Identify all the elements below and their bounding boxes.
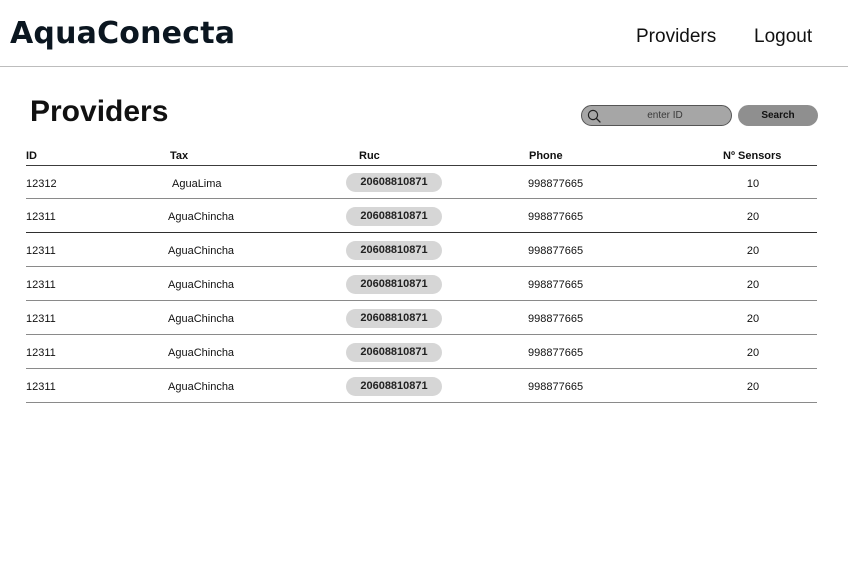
- cell-sensors: 20: [746, 245, 760, 257]
- cell-tax: AguaChincha: [168, 279, 235, 291]
- cell-tax: AguaChincha: [168, 245, 235, 257]
- cell-sensors: 10: [746, 178, 760, 190]
- cell-tax: AguaChincha: [168, 211, 235, 223]
- providers-table: ID Tax Ruc Phone Nº Sensors 12312 AguaLi…: [26, 146, 817, 403]
- cell-phone: 998877665: [528, 347, 584, 359]
- column-header-id: ID: [26, 150, 37, 162]
- column-header-phone: Phone: [529, 150, 563, 162]
- brand-logo[interactable]: AquaConecta: [10, 14, 235, 54]
- cell-sensors: 20: [746, 279, 760, 291]
- cell-id: 12311: [26, 313, 56, 325]
- table-row[interactable]: 12311 AguaChincha 20608810871 998877665 …: [26, 369, 817, 403]
- ruc-badge: 20608810871: [346, 377, 442, 396]
- cell-phone: 998877665: [528, 211, 584, 223]
- cell-id: 12311: [26, 381, 56, 393]
- cell-id: 12311: [26, 211, 56, 223]
- cell-sensors: 20: [746, 381, 760, 393]
- cell-id: 12311: [26, 279, 56, 291]
- cell-tax: AguaChincha: [168, 381, 235, 393]
- top-navigation-bar: AquaConecta Providers Logout: [0, 0, 848, 67]
- ruc-badge: 20608810871: [346, 241, 442, 260]
- ruc-badge: 20608810871: [346, 207, 442, 226]
- ruc-badge: 20608810871: [346, 275, 442, 294]
- cell-phone: 998877665: [528, 313, 584, 325]
- cell-id: 12311: [26, 347, 56, 359]
- cell-phone: 998877665: [528, 178, 584, 190]
- cell-sensors: 20: [746, 313, 760, 325]
- search-icon: [587, 109, 601, 123]
- table-row[interactable]: 12311 AguaChincha 20608810871 998877665 …: [26, 301, 817, 335]
- cell-tax: AguaLima: [172, 178, 222, 190]
- search-button[interactable]: Search: [738, 105, 818, 126]
- cell-phone: 998877665: [528, 381, 584, 393]
- ruc-badge: 20608810871: [346, 173, 442, 192]
- cell-phone: 998877665: [528, 279, 584, 291]
- cell-id: 12312: [26, 178, 57, 190]
- table-row[interactable]: 12311 AguaChincha 20608810871 998877665 …: [26, 267, 817, 301]
- table-row[interactable]: 12312 AguaLima 20608810871 998877665 10: [26, 166, 817, 199]
- cell-sensors: 20: [746, 211, 760, 223]
- cell-tax: AguaChincha: [168, 313, 235, 325]
- ruc-badge: 20608810871: [346, 309, 442, 328]
- table-row[interactable]: 12311 AguaChincha 20608810871 998877665 …: [26, 199, 817, 233]
- table-row[interactable]: 12311 AguaChincha 20608810871 998877665 …: [26, 233, 817, 267]
- nav-link-logout[interactable]: Logout: [754, 25, 812, 49]
- column-header-sensors: Nº Sensors: [723, 150, 782, 162]
- cell-id: 12311: [26, 245, 56, 257]
- ruc-badge: 20608810871: [346, 343, 442, 362]
- search-input[interactable]: [606, 106, 724, 125]
- table-row[interactable]: 12311 AguaChincha 20608810871 998877665 …: [26, 335, 817, 369]
- table-header-row: ID Tax Ruc Phone Nº Sensors: [26, 146, 817, 166]
- column-header-tax: Tax: [170, 150, 189, 162]
- column-header-ruc: Ruc: [359, 150, 380, 162]
- nav-link-providers[interactable]: Providers: [636, 25, 716, 49]
- cell-tax: AguaChincha: [168, 347, 235, 359]
- cell-phone: 998877665: [528, 245, 584, 257]
- search-field[interactable]: [581, 105, 732, 126]
- cell-sensors: 20: [746, 347, 760, 359]
- page-title: Providers: [30, 95, 169, 128]
